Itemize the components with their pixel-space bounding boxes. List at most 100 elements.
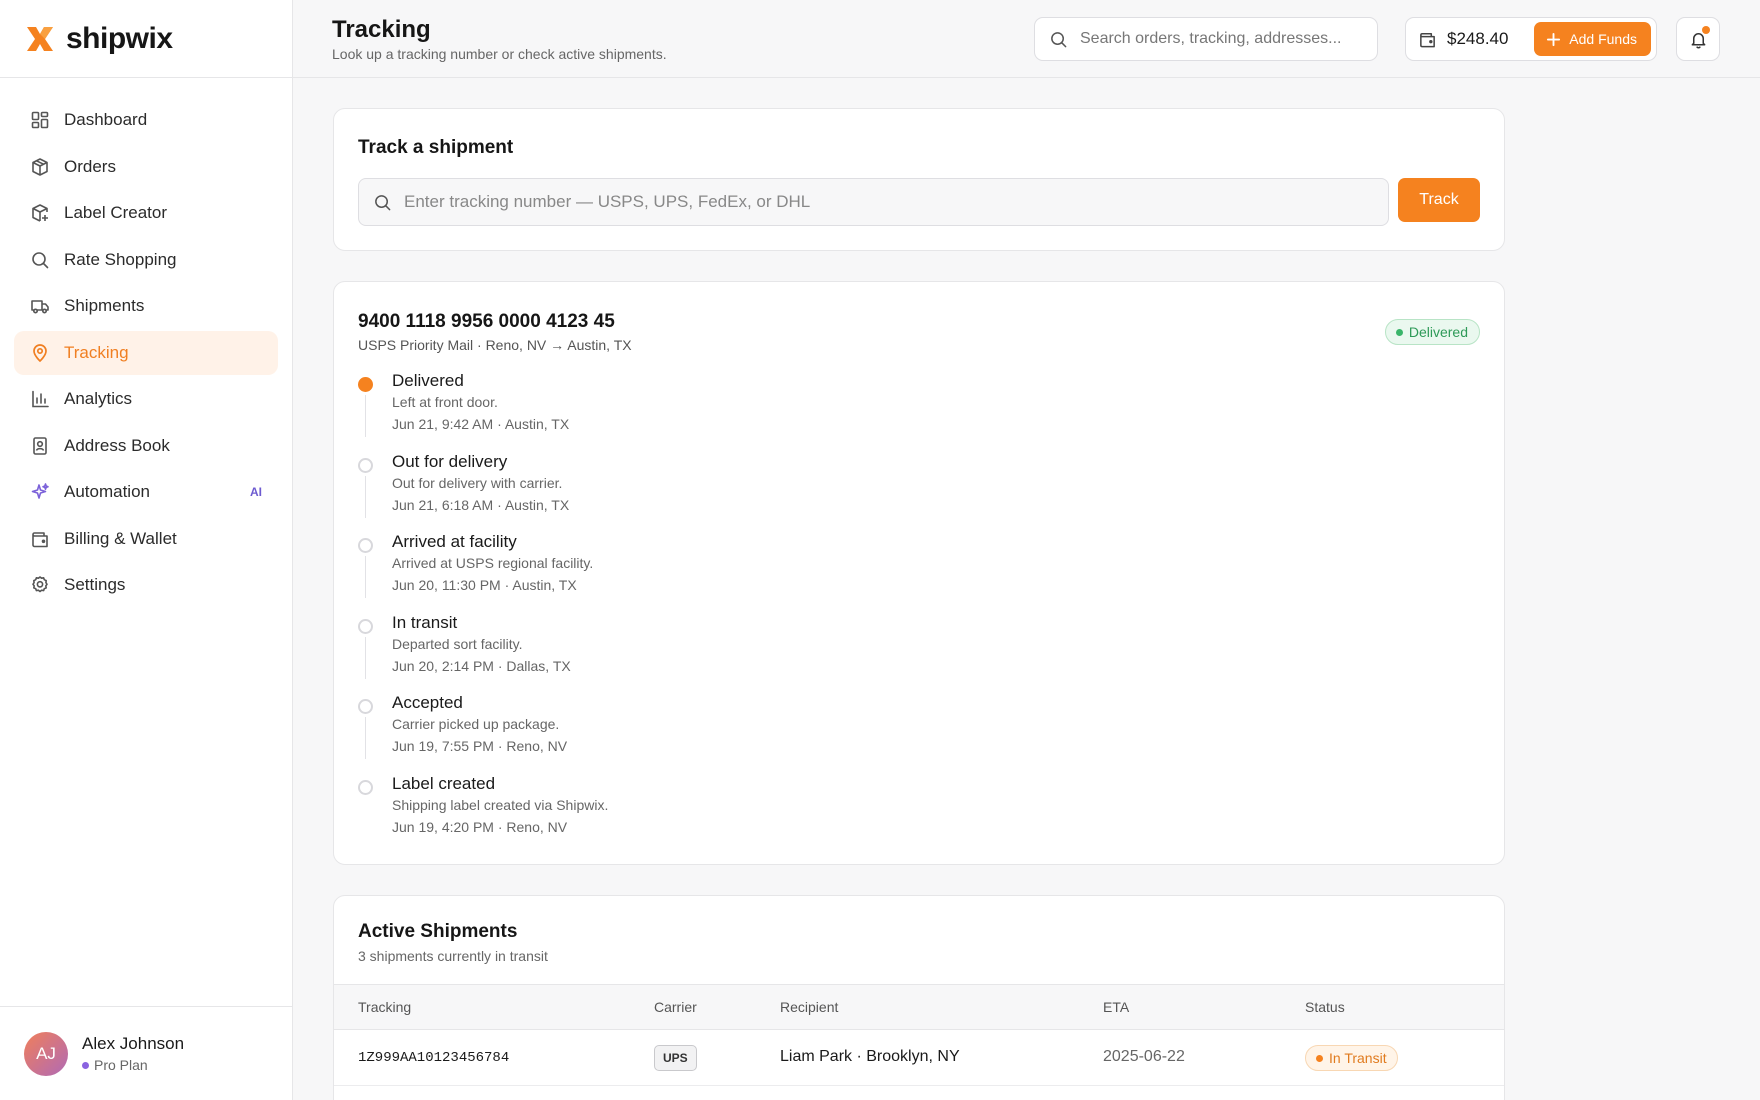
search-input[interactable] [1080, 30, 1363, 48]
column-header-status[interactable]: Status [1305, 999, 1345, 1015]
profile-text: Alex Johnson Pro Plan [82, 1034, 184, 1073]
timeline-line [365, 556, 366, 599]
box-plus-icon [30, 203, 50, 223]
event-title: Out for delivery [392, 451, 508, 471]
event-description: Arrived at USPS regional facility. [392, 555, 594, 572]
track-button[interactable]: Track [1398, 178, 1480, 222]
sidebar-item-label: Analytics [64, 389, 133, 408]
event-meta: Jun 19, 4:20 PM · Reno, NV [392, 818, 568, 835]
sidebar-item-label: Orders [64, 156, 116, 176]
sidebar-item-label: Label Creator [64, 203, 168, 222]
sidebar-item-label: Address Book [64, 435, 170, 455]
truck-icon [30, 296, 50, 316]
row-status-label: In Transit [1329, 1050, 1387, 1066]
tracking-number-field[interactable] [358, 178, 1389, 226]
sidebar-item-analytics[interactable]: Analytics [14, 377, 278, 421]
event-meta: Jun 20, 11:30 PM · Austin, TX [392, 577, 577, 594]
event-description: Shipping label created via Shipwix. [392, 796, 609, 813]
timeline-line [365, 395, 366, 437]
status-label: Delivered [1408, 324, 1468, 340]
event-title: In transit [392, 612, 458, 632]
track-card-title: Track a shipment [358, 137, 514, 158]
tracking-detail-card: 9400 1118 9956 0000 4123 45 USPS Priorit… [333, 281, 1505, 865]
timeline-marker [358, 618, 373, 634]
row-status-badge: In Transit [1305, 1045, 1398, 1071]
search-icon [30, 250, 50, 270]
table-header: Tracking Carrier Recipient ETA Status [334, 984, 1504, 1030]
tracking-route: USPS Priority Mail · Reno, NV → Austin, … [358, 337, 632, 353]
active-shipments-title: Active Shipments [358, 921, 518, 942]
x-logo-icon [27, 26, 53, 51]
notifications-button[interactable] [1676, 17, 1720, 61]
event-meta: Jun 19, 7:55 PM · Reno, NV [392, 738, 568, 755]
wallet-balance[interactable]: $248.40 Add Funds [1405, 17, 1657, 61]
event-description: Departed sort facility. [392, 635, 523, 652]
row-recipient: Liam Park · Brooklyn, NY [780, 1048, 960, 1065]
active-shipments-card: Active Shipments 3 shipments currently i… [333, 895, 1505, 1100]
user-profile[interactable]: AJ Alex Johnson Pro Plan [0, 1006, 292, 1100]
page-title: Tracking [332, 16, 431, 43]
timeline-marker [358, 538, 373, 554]
avatar: AJ [24, 1031, 68, 1076]
sidebar-item-dashboard[interactable]: Dashboard [14, 98, 278, 142]
status-badge: Delivered [1384, 319, 1480, 345]
sidebar-item-automation[interactable]: Automation AI [14, 470, 278, 514]
brand[interactable]: shipwix [0, 0, 292, 78]
sidebar-item-label: Tracking [64, 342, 129, 362]
sidebar-item-billing-wallet[interactable]: Billing & Wallet [14, 517, 278, 561]
event-meta: Jun 21, 6:18 AM · Austin, TX [392, 496, 570, 513]
plan-dot [82, 1061, 89, 1069]
add-funds-button[interactable]: Add Funds [1534, 22, 1651, 56]
wallet-icon [30, 529, 50, 549]
timeline-line [365, 636, 366, 679]
sidebar-item-rate-shopping[interactable]: Rate Shopping [14, 238, 278, 282]
notification-dot [1702, 26, 1710, 34]
timeline-marker [358, 779, 373, 795]
timeline-line [365, 717, 366, 760]
timeline-marker [358, 457, 373, 473]
event-meta: Jun 20, 2:14 PM · Dallas, TX [392, 657, 571, 674]
grid-icon [30, 110, 50, 130]
sidebar-item-label: Settings [64, 575, 126, 594]
event-description: Carrier picked up package. [392, 716, 560, 733]
row-eta: 2025-06-22 [1103, 1048, 1185, 1065]
sidebar-item-shipments[interactable]: Shipments [14, 284, 278, 328]
bar-chart-icon [30, 389, 50, 409]
gear-icon [30, 575, 50, 595]
active-shipments-subtitle: 3 shipments currently in transit [358, 948, 548, 964]
event-description: Left at front door. [392, 394, 498, 410]
column-header-recipient[interactable]: Recipient [780, 999, 838, 1015]
tracking-number-input[interactable] [404, 192, 1374, 212]
tracking-number: 9400 1118 9956 0000 4123 45 [358, 311, 615, 332]
sidebar-item-label: Billing & Wallet [64, 528, 177, 548]
table-row[interactable]: 1Z999AA10123456784 UPS Liam Park · Brook… [334, 1030, 1504, 1086]
contact-book-icon [30, 436, 50, 456]
sidebar-item-orders[interactable]: Orders [14, 145, 278, 189]
row-tracking[interactable]: 1Z999AA10123456784 [358, 1050, 509, 1066]
top-bar: Tracking Look up a tracking number or ch… [293, 0, 1760, 78]
column-header-tracking[interactable]: Tracking [358, 999, 411, 1015]
event-meta: Jun 21, 9:42 AM · Austin, TX [392, 416, 570, 432]
sidebar-item-label: Dashboard [64, 110, 148, 129]
sidebar-item-address-book[interactable]: Address Book [14, 424, 278, 468]
sidebar-item-settings[interactable]: Settings [14, 563, 278, 607]
event-title: Accepted [392, 693, 463, 713]
profile-plan: Pro Plan [82, 1057, 184, 1073]
track-shipment-card: Track a shipment Track [333, 108, 1505, 251]
column-header-carrier[interactable]: Carrier [654, 999, 697, 1015]
event-title: Arrived at facility [392, 532, 517, 552]
box-icon [30, 157, 50, 177]
sidebar-item-tracking[interactable]: Tracking [14, 330, 278, 375]
column-header-eta[interactable]: ETA [1103, 999, 1129, 1015]
status-dot [1316, 1054, 1323, 1062]
search-icon [1051, 31, 1067, 47]
timeline-marker [358, 377, 373, 392]
sidebar-nav: Dashboard Orders Label Creator Rate Shop… [0, 78, 292, 607]
event-title: Delivered [392, 371, 464, 390]
sparkles-icon [30, 482, 50, 502]
sidebar-item-label-creator[interactable]: Label Creator [14, 191, 278, 235]
global-search[interactable] [1034, 17, 1378, 61]
plan-label: Pro Plan [94, 1057, 148, 1073]
status-dot [1395, 328, 1403, 336]
event-title: Label created [392, 773, 496, 793]
